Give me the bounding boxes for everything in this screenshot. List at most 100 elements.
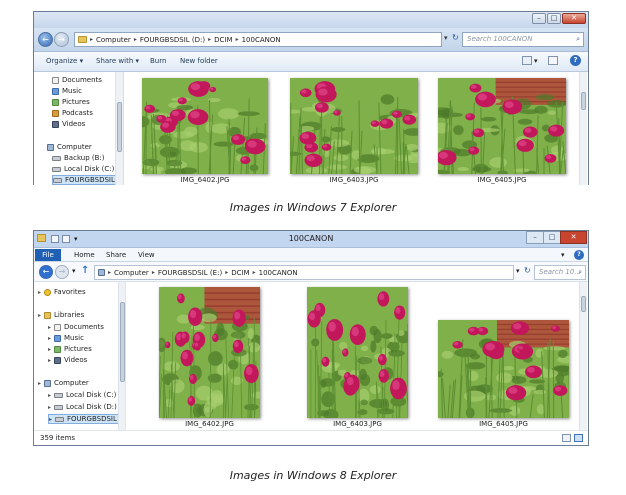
breadcrumb-drive[interactable]: FOURGBSDSIL (D:)	[140, 36, 205, 44]
file-list: IMG_6402.JPG IMG_6403.JPG IMG_6405.JPG	[124, 72, 588, 185]
nav-item-pictures[interactable]: Pictures	[52, 97, 90, 107]
nav-item-computer[interactable]: ▸ Computer	[38, 378, 89, 388]
file-name-label[interactable]: IMG_6402.JPG	[159, 420, 260, 428]
tab-share[interactable]: Share	[106, 251, 126, 259]
music-icon	[52, 87, 59, 95]
expand-ribbon-icon[interactable]: ▾	[561, 251, 565, 259]
view-options-icon[interactable]	[522, 56, 532, 65]
forward-arrow-icon: →	[58, 267, 66, 276]
nav-scrollbar[interactable]	[118, 282, 125, 430]
window-title-bar: ▾ 100CANON – □ ✕	[34, 231, 588, 248]
address-bar[interactable]: ▸ Computer ▸ FOURGBSDSIL (E:) ▸ DCIM ▸ 1…	[94, 265, 514, 280]
large-icons-view-icon[interactable]	[574, 434, 583, 442]
address-bar[interactable]: ▸ Computer ▸ FOURGBSDSIL (D:) ▸ DCIM ▸ 1…	[74, 32, 442, 47]
nav-item-videos[interactable]: Videos	[52, 119, 85, 129]
breadcrumb-computer[interactable]: Computer	[96, 36, 131, 44]
tab-home[interactable]: Home	[74, 251, 95, 259]
nav-item-podcasts[interactable]: Podcasts	[52, 108, 93, 118]
nav-item-local-disk-c[interactable]: ▸ Local Disk (C:)	[48, 390, 116, 400]
nav-item-pictures[interactable]: ▸ Pictures	[48, 344, 92, 354]
nav-item-music[interactable]: Music	[52, 86, 82, 96]
close-button[interactable]: ✕	[562, 13, 586, 24]
nav-item-videos[interactable]: ▸ Videos	[48, 355, 87, 365]
pictures-icon	[52, 98, 59, 106]
thumbnail-image[interactable]	[159, 287, 260, 418]
back-button[interactable]: ←	[38, 32, 53, 47]
file-name-label[interactable]: IMG_6403.JPG	[307, 420, 408, 428]
nav-label: Videos	[64, 356, 88, 364]
nav-label: Libraries	[54, 311, 85, 319]
drive-icon	[52, 155, 61, 161]
folder-icon	[78, 36, 87, 43]
minimize-button[interactable]: –	[532, 13, 546, 24]
breadcrumb-dcim[interactable]: DCIM	[214, 36, 232, 44]
breadcrumb-dcim[interactable]: DCIM	[231, 269, 249, 277]
navigation-pane: ▸ Favorites ▸ Libraries ▸ Documents ▸ Music …	[34, 282, 126, 430]
tab-file[interactable]: File	[35, 249, 61, 261]
thumbnail-image[interactable]	[438, 78, 566, 174]
content-scrollbar[interactable]	[579, 72, 587, 185]
close-icon: ✕	[571, 14, 577, 22]
refresh-icon[interactable]: ↻	[524, 266, 531, 275]
refresh-icon[interactable]: ↻	[452, 33, 459, 42]
help-icon[interactable]: ?	[574, 250, 584, 260]
maximize-button[interactable]: □	[543, 231, 561, 244]
back-button[interactable]: ←	[39, 265, 53, 279]
file-name-label[interactable]: IMG_6405.JPG	[438, 176, 566, 184]
usb-drive-icon	[55, 416, 65, 422]
nav-item-computer[interactable]: Computer	[47, 142, 92, 152]
burn-button[interactable]: Burn	[150, 57, 166, 65]
forward-arrow-icon: →	[58, 35, 65, 44]
nav-item-favorites[interactable]: ▸ Favorites	[38, 287, 86, 297]
windows8-explorer-window: ▾ 100CANON – □ ✕ File Home Share View ▾ …	[33, 230, 589, 446]
help-icon[interactable]: ?	[570, 55, 581, 66]
details-view-icon[interactable]	[562, 434, 571, 442]
address-dropdown-icon[interactable]: ▾	[444, 34, 448, 42]
tab-view[interactable]: View	[138, 251, 155, 259]
nav-item-documents[interactable]: ▸ Documents	[48, 322, 104, 332]
search-input[interactable]: Search 100CANON ⌕	[462, 32, 584, 47]
breadcrumb-100canon[interactable]: 100CANON	[259, 269, 298, 277]
thumbnail-image[interactable]	[438, 320, 569, 418]
file-name-label[interactable]: IMG_6405.JPG	[438, 420, 569, 428]
new-folder-button[interactable]: New folder	[180, 57, 218, 65]
thumbnail-image[interactable]	[290, 78, 418, 174]
drive-icon	[54, 392, 64, 398]
file-name-label[interactable]: IMG_6402.JPG	[142, 176, 268, 184]
nav-item-backup-drive[interactable]: Backup (B:)	[52, 153, 105, 163]
nav-item-music[interactable]: ▸ Music	[48, 333, 84, 343]
expand-arrow-icon: ▸	[38, 288, 42, 296]
breadcrumb-100canon[interactable]: 100CANON	[242, 36, 281, 44]
minimize-button[interactable]: –	[526, 231, 544, 244]
windows7-explorer-window: – □ ✕ ← → ▸ Computer ▸ FOURGBSDSIL (D:) …	[33, 11, 589, 185]
recent-locations-icon[interactable]: ▾	[72, 267, 76, 275]
organize-button[interactable]: Organize ▾	[46, 57, 83, 65]
thumbnail-image[interactable]	[142, 78, 268, 174]
nav-item-local-disk-d[interactable]: ▸ Local Disk (D:)	[48, 402, 117, 412]
nav-item-libraries[interactable]: ▸ Libraries	[38, 310, 84, 320]
breadcrumb-drive[interactable]: FOURGBSDSIL (E:)	[158, 269, 222, 277]
window-title: 100CANON	[288, 234, 334, 243]
computer-icon	[44, 379, 52, 387]
up-arrow-icon[interactable]: ↑	[81, 265, 89, 276]
item-count: 359 items	[40, 434, 76, 442]
view-dropdown-icon[interactable]: ▾	[534, 57, 538, 65]
address-dropdown-icon[interactable]: ▾	[516, 267, 520, 275]
breadcrumb-computer[interactable]: Computer	[114, 269, 149, 277]
content-scrollbar[interactable]	[579, 282, 587, 430]
thumbnail-image[interactable]	[307, 287, 408, 418]
forward-button[interactable]: →	[54, 32, 69, 47]
nav-item-fourgbsdsil[interactable]: FOURGBSDSIL (D	[52, 175, 123, 185]
file-name-label[interactable]: IMG_6403.JPG	[290, 176, 418, 184]
search-input[interactable]: Search 10... ⌕	[534, 265, 586, 280]
forward-button[interactable]: →	[55, 265, 69, 279]
maximize-button[interactable]: □	[547, 13, 561, 24]
drive-icon	[54, 404, 64, 410]
nav-item-local-disk-c[interactable]: Local Disk (C:)	[52, 164, 114, 174]
close-button[interactable]: ✕	[560, 231, 587, 244]
nav-scrollbar[interactable]	[115, 72, 123, 185]
nav-item-fourgbsdsil[interactable]: ▸ FOURGBSDSIL (E:)	[48, 414, 125, 424]
nav-item-documents[interactable]: Documents	[52, 75, 102, 85]
share-with-button[interactable]: Share with ▾	[96, 57, 139, 65]
preview-pane-icon[interactable]	[548, 56, 558, 65]
